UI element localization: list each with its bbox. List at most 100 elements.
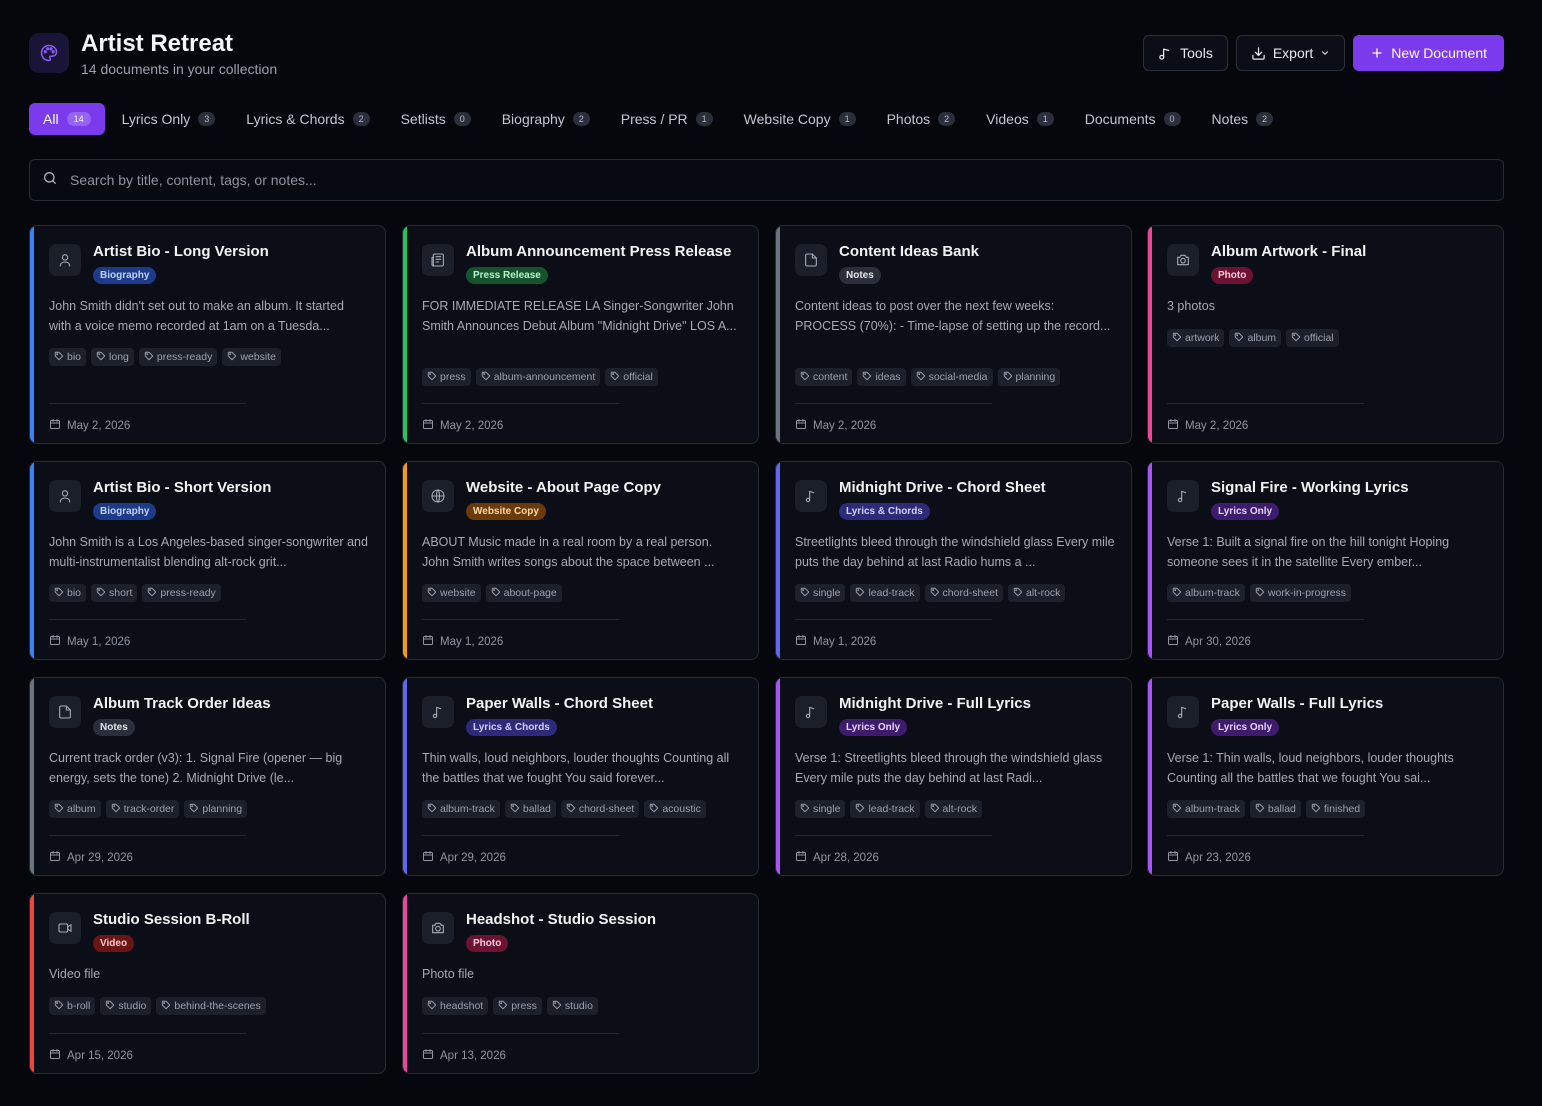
document-card[interactable]: Paper Walls - Chord Sheet Lyrics & Chords…: [402, 677, 759, 876]
tab-label: Documents: [1084, 111, 1156, 127]
tag-chip[interactable]: social-media: [910, 368, 993, 386]
tag-chip[interactable]: album-track: [422, 800, 500, 818]
tag-chip[interactable]: bio: [49, 584, 87, 602]
export-button[interactable]: Export: [1235, 35, 1346, 71]
tag-chip[interactable]: studio: [100, 997, 152, 1015]
tag-chip[interactable]: alt-rock: [1008, 584, 1066, 602]
tag-chip[interactable]: album: [1229, 329, 1282, 347]
tools-button[interactable]: Tools: [1143, 35, 1228, 71]
search-input[interactable]: [70, 172, 1470, 188]
card-divider: [422, 835, 619, 836]
tag-chip[interactable]: about-page: [485, 584, 562, 602]
calendar-icon: [795, 634, 807, 649]
tag-icon: [916, 371, 926, 384]
tag-chip[interactable]: behind-the-scenes: [156, 997, 266, 1015]
tag-chip[interactable]: album-announcement: [475, 368, 601, 386]
tag-chip[interactable]: planning: [997, 368, 1061, 386]
globe-icon: [422, 480, 454, 512]
tab-press-pr[interactable]: Press / PR 1: [607, 103, 727, 135]
tag-chip[interactable]: artwork: [1167, 329, 1225, 347]
calendar-icon: [1167, 634, 1179, 649]
type-badge: Lyrics & Chords: [839, 503, 930, 520]
music-note-icon: [422, 696, 454, 728]
tag-chip[interactable]: ballad: [504, 800, 556, 818]
tag-chip[interactable]: acoustic: [644, 800, 706, 818]
document-card[interactable]: Album Artwork - Final Photo 3 photos artwor…: [1147, 225, 1504, 444]
tag-chip[interactable]: press-ready: [138, 348, 218, 366]
tag-icon: [189, 803, 199, 816]
tab-count-badge: 2: [352, 112, 370, 126]
tag-chip[interactable]: single: [795, 800, 846, 818]
tab-notes[interactable]: Notes 2: [1198, 103, 1288, 135]
tag-icon: [855, 803, 865, 816]
tag-chip[interactable]: short: [91, 584, 138, 602]
tag-chip[interactable]: ballad: [1249, 800, 1301, 818]
document-card[interactable]: Paper Walls - Full Lyrics Lyrics Only Vers…: [1147, 677, 1504, 876]
tag-label: track-order: [123, 803, 175, 815]
type-badge: Video: [93, 935, 135, 952]
document-card[interactable]: Album Track Order Ideas Notes Current trac…: [29, 677, 386, 876]
document-card[interactable]: Headshot - Studio Session Photo Photo file…: [402, 893, 759, 1074]
tag-chip[interactable]: track-order: [105, 800, 180, 818]
tag-chip[interactable]: press-ready: [142, 584, 221, 602]
tab-lyrics-only[interactable]: Lyrics Only 3: [108, 103, 230, 135]
tag-icon: [427, 803, 437, 816]
tab-photos[interactable]: Photos 2: [873, 103, 970, 135]
tag-chip[interactable]: official: [1286, 329, 1339, 347]
tag-chip[interactable]: album: [49, 800, 101, 818]
card-title: Studio Session B-Roll: [93, 911, 250, 928]
tab-lyrics-chords[interactable]: Lyrics & Chords 2: [232, 103, 383, 135]
tag-chip[interactable]: press: [422, 368, 471, 386]
tab-label: Press / PR: [620, 111, 688, 127]
tag-icon: [510, 803, 520, 816]
tab-setlists[interactable]: Setlists 0: [387, 103, 485, 135]
new-document-button[interactable]: New Document: [1353, 35, 1504, 71]
tag-chip[interactable]: press: [493, 997, 542, 1015]
document-card[interactable]: Website - About Page Copy Website Copy ABO…: [402, 461, 759, 660]
document-card[interactable]: Artist Bio - Short Version Biography John …: [29, 461, 386, 660]
search-bar[interactable]: [29, 159, 1504, 201]
document-card[interactable]: Content Ideas Bank Notes Content ideas to …: [775, 225, 1132, 444]
tag-chip[interactable]: b-roll: [49, 997, 96, 1015]
tag-chip[interactable]: content: [795, 368, 853, 386]
tag-chip[interactable]: album-track: [1167, 584, 1245, 602]
tab-videos[interactable]: Videos 1: [972, 103, 1068, 135]
tag-chip[interactable]: headshot: [422, 997, 489, 1015]
tag-list: album-track ballad finished: [1167, 800, 1366, 818]
document-card[interactable]: Midnight Drive - Chord Sheet Lyrics & Cho…: [775, 461, 1132, 660]
tag-chip[interactable]: chord-sheet: [924, 584, 1003, 602]
tag-icon: [649, 803, 659, 816]
tag-chip[interactable]: finished: [1305, 800, 1366, 818]
document-card[interactable]: Album Announcement Press Release Press Re…: [402, 225, 759, 444]
tag-chip[interactable]: bio: [49, 348, 87, 366]
tab-label: Lyrics Only: [121, 111, 191, 127]
tag-chip[interactable]: official: [605, 368, 658, 386]
tag-chip[interactable]: website: [422, 584, 481, 602]
tag-chip[interactable]: planning: [184, 800, 248, 818]
tab-website-copy[interactable]: Website Copy 1: [730, 103, 870, 135]
tag-label: long: [109, 351, 129, 363]
tag-chip[interactable]: alt-rock: [924, 800, 982, 818]
tag-chip[interactable]: lead-track: [850, 584, 920, 602]
tag-chip[interactable]: studio: [546, 997, 598, 1015]
tag-chip[interactable]: chord-sheet: [560, 800, 640, 818]
document-card[interactable]: Artist Bio - Long Version Biography John S…: [29, 225, 386, 444]
tab-biography[interactable]: Biography 2: [488, 103, 604, 135]
tag-chip[interactable]: single: [795, 584, 846, 602]
tag-label: work-in-progress: [1267, 587, 1347, 599]
tag-chip[interactable]: ideas: [857, 368, 906, 386]
type-badge: Biography: [93, 503, 157, 520]
tag-chip[interactable]: lead-track: [850, 800, 920, 818]
card-excerpt: John Smith is a Los Angeles-based singer…: [49, 535, 368, 569]
tab-documents[interactable]: Documents 0: [1071, 103, 1195, 135]
tab-all[interactable]: All 14: [29, 103, 105, 135]
document-card[interactable]: Studio Session B-Roll Video Video file b-ro…: [29, 893, 386, 1074]
tag-chip[interactable]: long: [91, 348, 134, 366]
calendar-icon: [422, 1048, 434, 1063]
tag-chip[interactable]: work-in-progress: [1249, 584, 1352, 602]
date-label: Apr 23, 2026: [1185, 851, 1251, 864]
document-card[interactable]: Midnight Drive - Full Lyrics Lyrics Only V…: [775, 677, 1132, 876]
tag-chip[interactable]: album-track: [1167, 800, 1245, 818]
tag-chip[interactable]: website: [222, 348, 281, 366]
document-card[interactable]: Signal Fire - Working Lyrics Lyrics Only V…: [1147, 461, 1504, 660]
